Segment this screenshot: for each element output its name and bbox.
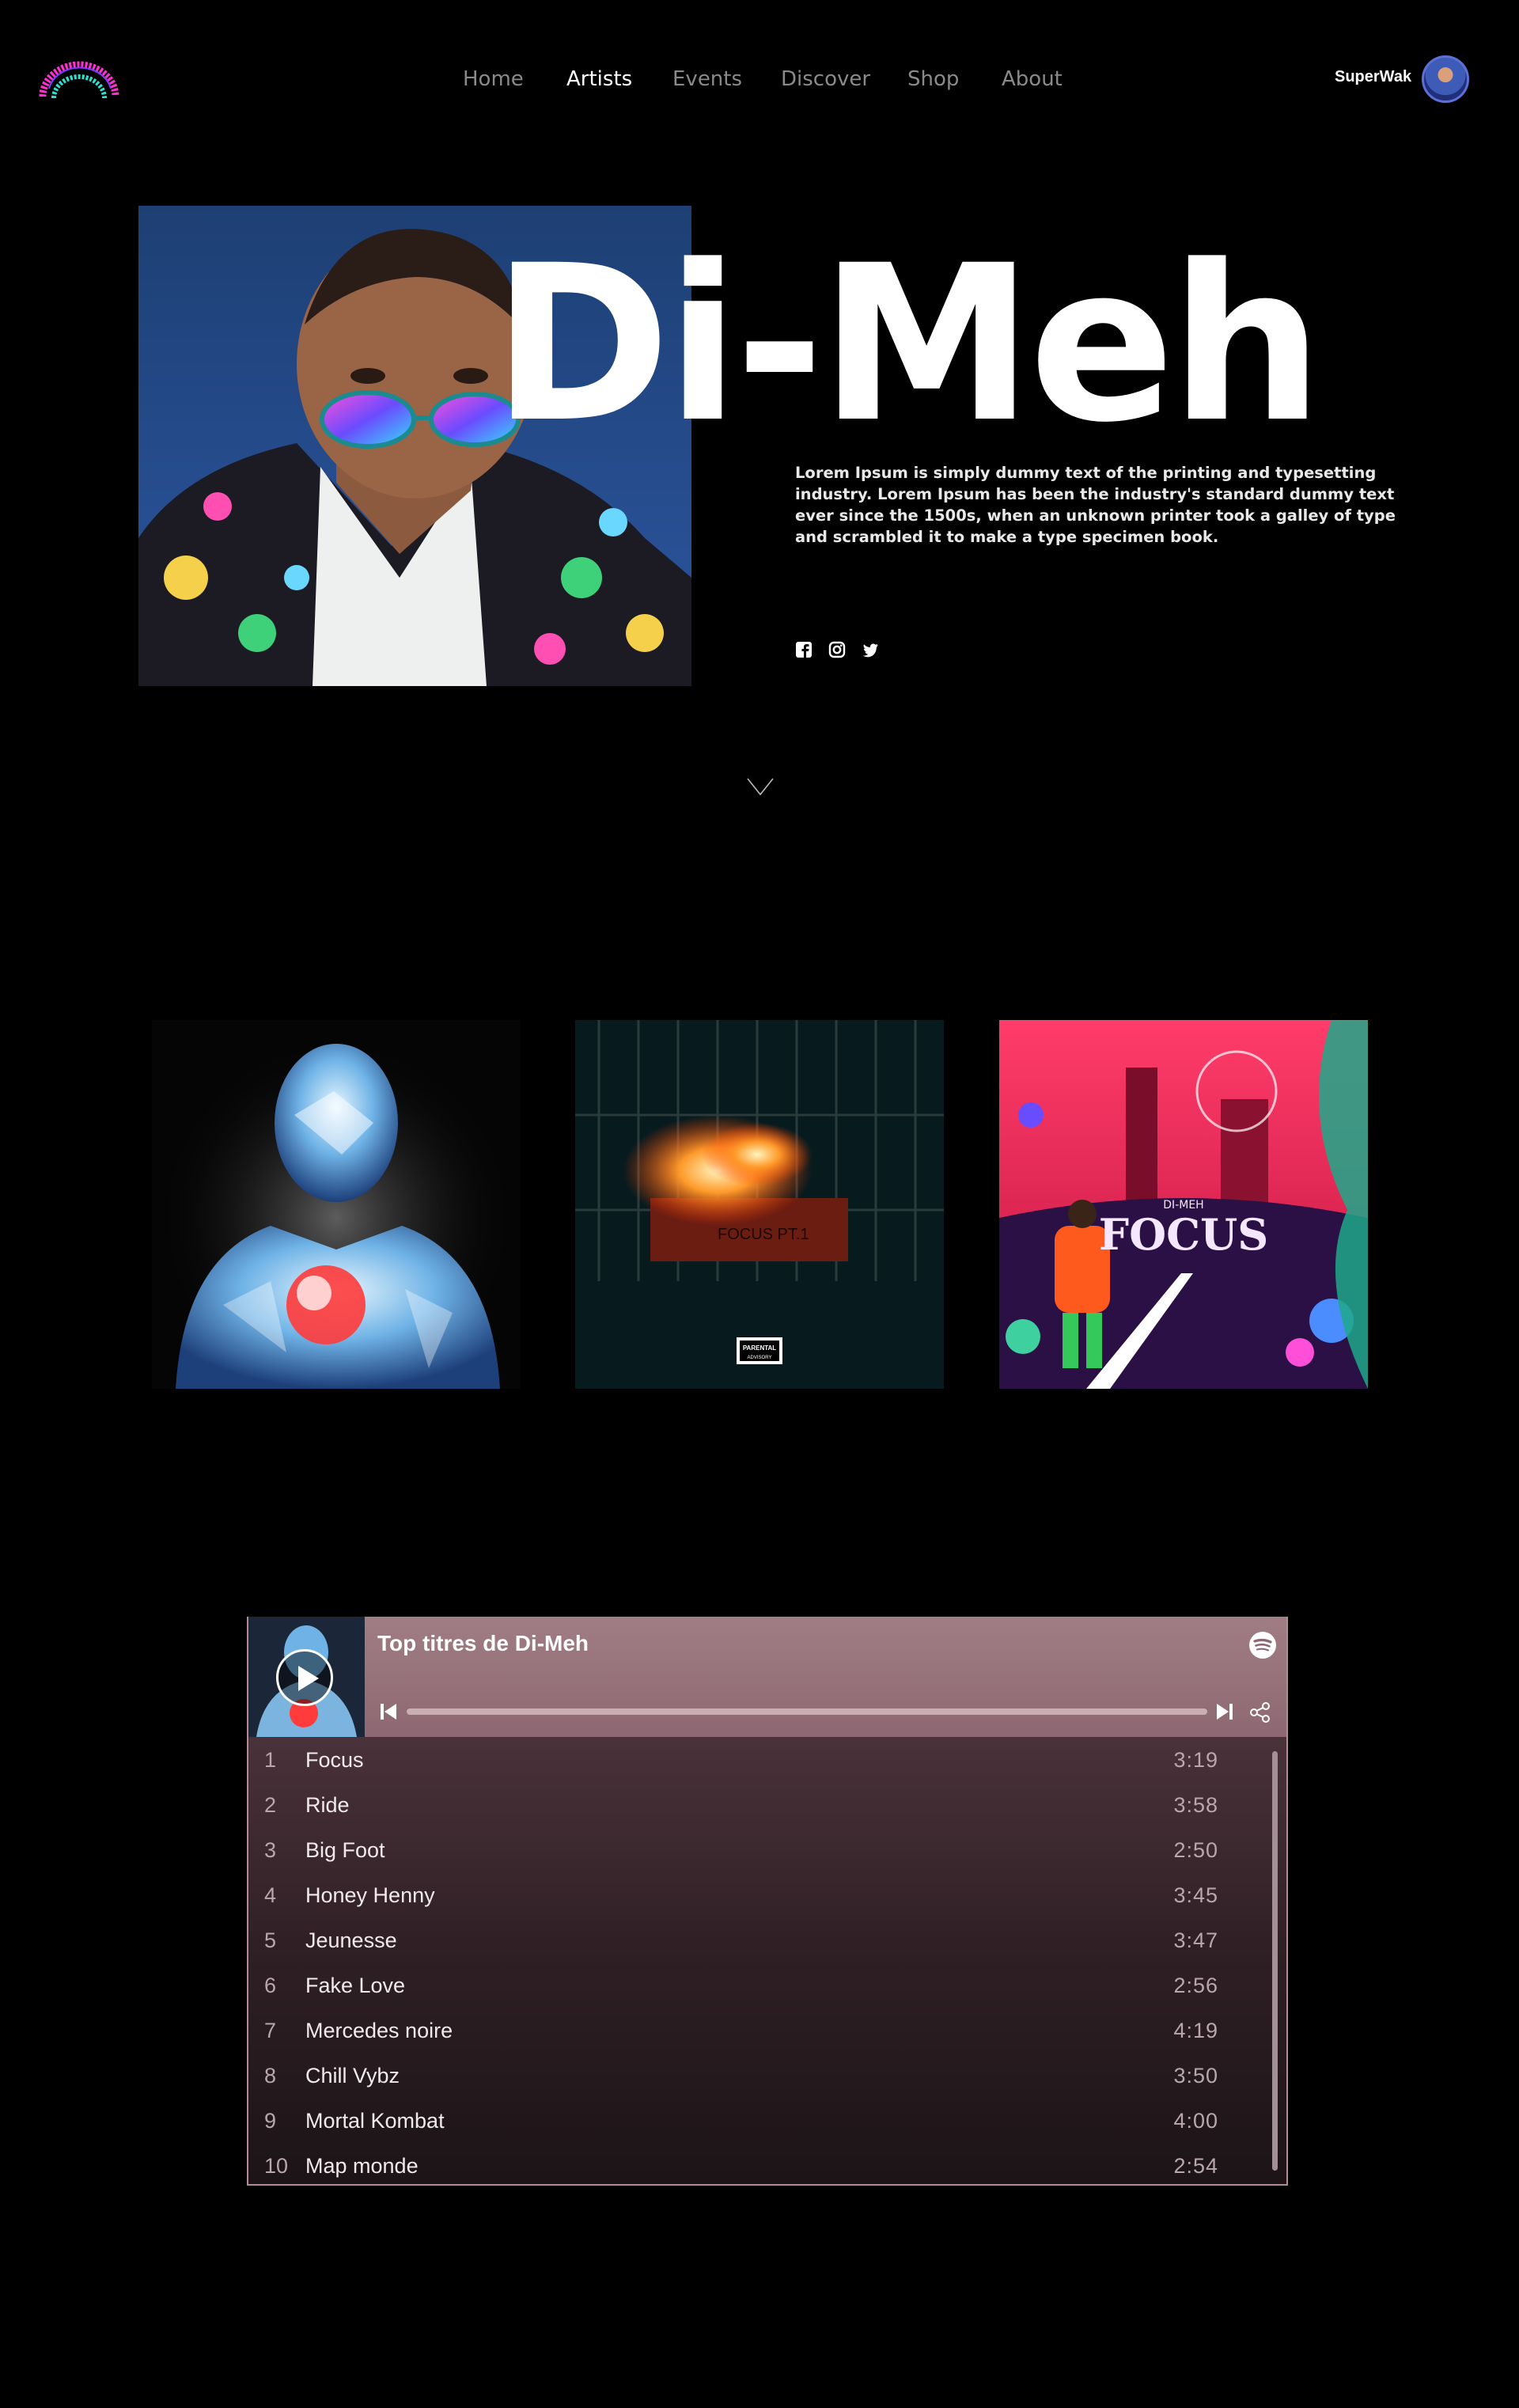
track-row[interactable]: 6 Fake Love 2:56 <box>248 1962 1269 2008</box>
track-row[interactable]: 9 Mortal Kombat 4:00 <box>248 2098 1269 2143</box>
track-number: 1 <box>264 1748 277 1772</box>
track-duration: 2:50 <box>1173 1838 1218 1862</box>
user-name[interactable]: SuperWak <box>1335 68 1411 86</box>
next-icon[interactable] <box>1215 1702 1234 1721</box>
track-name: Mortal Kombat <box>305 2109 445 2133</box>
chevron-down-icon[interactable] <box>747 778 774 795</box>
track-number: 8 <box>264 2064 277 2088</box>
track-name: Focus <box>305 1748 364 1772</box>
track-name: Fake Love <box>305 1974 406 1997</box>
track-row[interactable]: 7 Mercedes noire 4:19 <box>248 2008 1269 2053</box>
spotify-player: Top titres de Di-Meh 1 Focus 3:19 2 Ride… <box>247 1617 1288 2186</box>
track-name: Map monde <box>305 2154 419 2178</box>
track-number: 3 <box>264 1838 277 1862</box>
twitter-icon[interactable] <box>862 641 879 658</box>
track-duration: 2:54 <box>1173 2154 1218 2178</box>
previous-icon[interactable] <box>379 1702 398 1721</box>
track-row[interactable]: 4 Honey Henny 3:45 <box>248 1872 1269 1917</box>
track-duration: 3:19 <box>1173 1748 1218 1772</box>
nav-home[interactable]: Home <box>463 62 524 97</box>
share-icon[interactable] <box>1248 1701 1272 1724</box>
track-row[interactable]: 3 Big Foot 2:50 <box>248 1827 1269 1872</box>
album-3-title-text: FOCUS <box>1099 1209 1268 1260</box>
track-duration: 2:56 <box>1173 1974 1218 1997</box>
facebook-icon[interactable] <box>795 641 813 658</box>
track-duration: 3:45 <box>1173 1883 1218 1907</box>
track-name: Honey Henny <box>305 1883 435 1907</box>
instagram-icon[interactable] <box>828 641 846 658</box>
play-button[interactable] <box>276 1649 333 1706</box>
svg-text:ADVISORY: ADVISORY <box>748 1356 772 1360</box>
album-cover-1[interactable] <box>152 1020 521 1389</box>
artist-description: Lorem Ipsum is simply dummy text of the … <box>795 464 1396 546</box>
track-name: Chill Vybz <box>305 2064 400 2088</box>
nav-shop[interactable]: Shop <box>907 62 959 97</box>
nav-artists[interactable]: Artists <box>566 62 632 97</box>
player-header: Top titres de Di-Meh <box>248 1617 1286 1737</box>
svg-text:PARENTAL: PARENTAL <box>743 1344 776 1352</box>
track-number: 4 <box>264 1883 277 1907</box>
track-duration: 3:47 <box>1173 1928 1218 1952</box>
progress-bar[interactable] <box>407 1708 1207 1715</box>
nav-events[interactable]: Events <box>672 62 742 97</box>
track-name: Ride <box>305 1793 350 1817</box>
album-cover-2[interactable]: FOCUS PT.1 PARENTAL ADVISORY <box>575 1020 944 1389</box>
track-duration: 4:00 <box>1173 2109 1218 2133</box>
album-3-artist-text: DI-MEH <box>1163 1199 1203 1212</box>
track-number: 2 <box>264 1793 277 1817</box>
track-number: 7 <box>264 2019 277 2042</box>
avatar[interactable] <box>1422 55 1469 103</box>
track-name: Jeunesse <box>305 1928 397 1952</box>
track-list-scrollbar[interactable] <box>1272 1751 1278 2171</box>
album-2-sign-text: FOCUS PT.1 <box>718 1226 809 1243</box>
album-cover-3[interactable]: FOCUS DI-MEH <box>999 1020 1368 1389</box>
track-number: 10 <box>264 2154 289 2178</box>
artist-name-heading: Di-Meh <box>492 220 1324 470</box>
spotify-icon[interactable] <box>1248 1631 1277 1659</box>
track-row[interactable]: 1 Focus 3:19 <box>248 1737 1269 1782</box>
nav-discover[interactable]: Discover <box>781 62 870 97</box>
nav-about[interactable]: About <box>1002 62 1063 97</box>
playlist-title: Top titres de Di-Meh <box>377 1631 589 1655</box>
track-number: 5 <box>264 1928 277 1952</box>
track-duration: 4:19 <box>1173 2019 1218 2042</box>
track-duration: 3:58 <box>1173 1793 1218 1817</box>
track-row[interactable]: 8 Chill Vybz 3:50 <box>248 2053 1269 2098</box>
play-icon <box>298 1666 319 1691</box>
player-cover-art <box>248 1617 365 1737</box>
main-nav: Home Artists Events Discover Shop About <box>0 62 1519 97</box>
track-name: Mercedes noire <box>305 2019 453 2042</box>
track-number: 9 <box>264 2109 277 2133</box>
track-row[interactable]: 2 Ride 3:58 <box>248 1782 1269 1827</box>
track-number: 6 <box>264 1974 277 1997</box>
track-row[interactable]: 5 Jeunesse 3:47 <box>248 1917 1269 1962</box>
track-duration: 3:50 <box>1173 2064 1218 2088</box>
track-name: Big Foot <box>305 1838 385 1862</box>
track-row[interactable]: 10 Map monde 2:54 <box>248 2143 1269 2184</box>
